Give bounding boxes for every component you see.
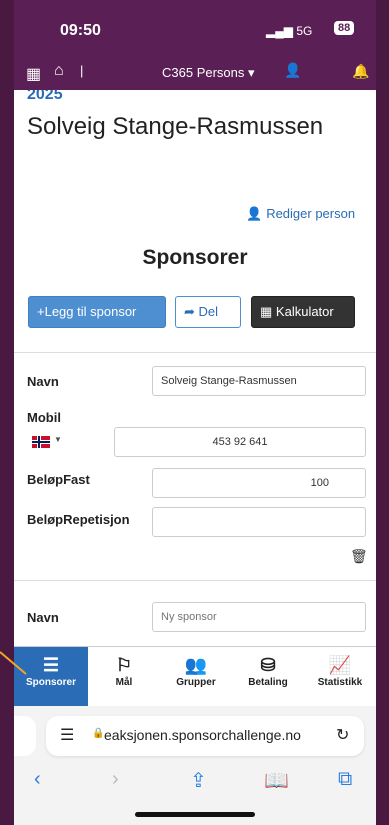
new-sponsor-input[interactable] (152, 602, 366, 632)
home-indicator (135, 812, 255, 817)
calculator-icon: ▦ (260, 304, 273, 319)
signal-indicator: ▂▄▆ 5G (266, 24, 312, 38)
tab-label: Statistikk (317, 677, 363, 688)
chevron-down-icon[interactable]: ▼ (54, 435, 62, 444)
nav-separator: | (80, 63, 84, 78)
reload-icon[interactable]: ↻ (336, 725, 349, 745)
pointer-arrow-icon (0, 651, 27, 675)
section-title: Sponsorer (142, 246, 248, 269)
user-edit-icon: 👤 (246, 206, 263, 221)
name-field[interactable]: Solveig Stange-Rasmussen (152, 366, 366, 396)
coins-icon: ⛁ (260, 655, 276, 675)
repeat-amount-field[interactable] (152, 507, 366, 537)
browser-chrome: ☰ 🔒 eaksjonen.sponsorchallenge.no ↻ ‹ › … (14, 706, 376, 825)
status-bar: 09:50 ▂▄▆ 5G 88 (14, 0, 376, 60)
address-bar[interactable]: ☰ 🔒 eaksjonen.sponsorchallenge.no ↻ (46, 716, 364, 756)
signal-bars-icon: ▂▄▆ (266, 24, 293, 38)
edit-person-label: Rediger person (266, 206, 356, 221)
flag-icon: ⚐ (115, 655, 133, 675)
divider (14, 580, 376, 581)
bookmarks-icon[interactable]: 📖 (264, 768, 289, 793)
app-selector[interactable]: C365 Persons ▾ (162, 65, 255, 81)
home-icon[interactable]: ⌂ (54, 62, 64, 80)
back-icon[interactable]: ‹ (34, 768, 41, 791)
edit-person-link[interactable]: 👤 Rediger person (246, 206, 355, 222)
new-sponsor-label: Navn (27, 610, 59, 625)
users-icon: 👥 (184, 655, 208, 675)
previous-tab-preview[interactable] (14, 716, 36, 756)
calculator-button[interactable]: ▦ Kalkulator (251, 296, 355, 328)
year-heading: 2025 (27, 90, 63, 103)
grid-menu-icon[interactable]: ▦ (26, 64, 41, 84)
fixed-amount-label: BeløpFast (27, 472, 90, 487)
tab-betaling[interactable]: ⛁ Betaling (232, 647, 304, 707)
lock-icon: 🔒 (92, 728, 105, 739)
forward-icon[interactable]: › (112, 768, 119, 791)
tab-label: Grupper (176, 677, 216, 688)
url-text: eaksjonen.sponsorchallenge.no (104, 727, 301, 743)
battery-indicator: 88 (334, 21, 355, 35)
divider (14, 352, 376, 353)
tab-statistikk[interactable]: 📈 Statistikk (304, 647, 376, 707)
mobile-label: Mobil (27, 410, 61, 425)
reader-icon[interactable]: ☰ (60, 725, 74, 745)
bottom-tab-bar: ☰ Sponsorer ⚐ Mål 👥 Grupper ⛁ Betaling 📈… (14, 646, 376, 707)
calculator-label: Kalkulator (275, 304, 334, 319)
phone-screen: 09:50 ▂▄▆ 5G 88 ▦ ⌂ | C365 Persons ▾ 👤 🔔… (14, 0, 376, 825)
status-time: 09:50 (60, 22, 101, 39)
mobile-field[interactable]: 453 92 641 (114, 427, 366, 457)
bell-icon[interactable]: 🔔 (352, 63, 369, 80)
norway-flag-icon[interactable] (32, 436, 50, 448)
name-label: Navn (27, 374, 59, 389)
share-label: Del (198, 304, 219, 319)
chart-icon: 📈 (328, 655, 352, 675)
add-sponsor-button[interactable]: +Legg til sponsor (28, 296, 166, 328)
tabs-icon[interactable]: ⧉ (338, 768, 352, 791)
tab-label: Mål (115, 677, 133, 688)
main-content: 2025 Solveig Stange-Rasmussen 👤 Rediger p… (14, 90, 376, 646)
tab-label: Betaling (248, 677, 288, 688)
trash-icon[interactable]: 🗑 (350, 548, 368, 565)
tab-label: Sponsorer (25, 677, 76, 688)
tab-grupper[interactable]: 👥 Grupper (160, 647, 232, 707)
top-navbar: ▦ ⌂ | C365 Persons ▾ 👤 🔔 (14, 60, 376, 90)
tab-maal[interactable]: ⚐ Mål (88, 647, 160, 707)
repeat-amount-label: BeløpRepetisjon (27, 512, 130, 527)
network-type: 5G (296, 24, 313, 38)
share-icon: ➦ (184, 304, 195, 319)
share-button[interactable]: ➦ Del (175, 296, 241, 328)
user-icon[interactable]: 👤 (284, 62, 301, 79)
share-icon[interactable]: ⇪ (190, 768, 207, 793)
fixed-amount-field[interactable]: 100 (152, 468, 366, 498)
person-name: Solveig Stange-Rasmussen (27, 113, 324, 140)
